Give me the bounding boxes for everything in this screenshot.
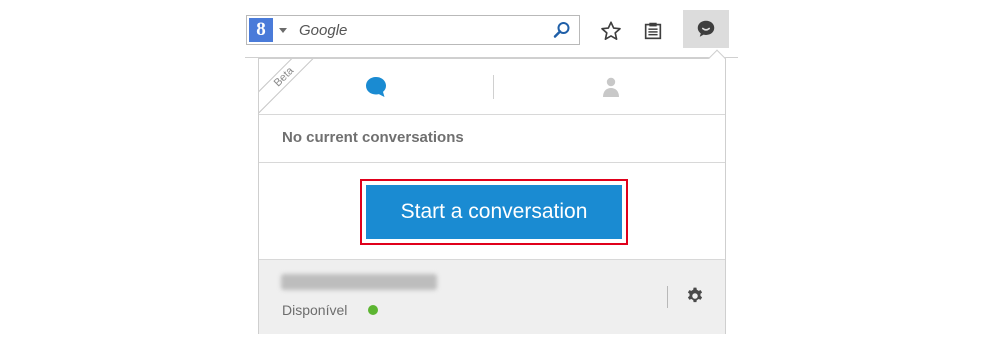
- notepad-icon: [644, 22, 662, 40]
- account-footer: Disponível: [259, 259, 725, 334]
- browser-toolbar: 8 Google: [245, 0, 738, 58]
- account-email-redacted: [281, 274, 437, 290]
- tab-divider: [493, 75, 494, 99]
- presence-status-text[interactable]: Disponível: [282, 302, 347, 318]
- search-box[interactable]: 8 Google: [246, 15, 580, 45]
- conversation-list: No current conversations: [259, 115, 725, 163]
- start-conversation-button[interactable]: Start a conversation: [366, 185, 622, 239]
- footer-divider: [667, 286, 668, 308]
- panel-tabs: Beta: [259, 59, 725, 115]
- empty-state-message: No current conversations: [282, 129, 464, 146]
- presence-status-dot: [368, 305, 378, 315]
- gear-icon: [687, 287, 703, 303]
- search-placeholder[interactable]: Google: [299, 22, 347, 39]
- chat-popup-panel: Beta No current conversations Start a co…: [258, 49, 726, 334]
- highlight-box: Start a conversation: [360, 179, 628, 245]
- star-icon: [601, 21, 621, 40]
- favorites-button[interactable]: [595, 15, 627, 47]
- settings-button[interactable]: [683, 284, 707, 308]
- caret-down-icon[interactable]: [279, 28, 287, 33]
- person-icon: [603, 77, 619, 97]
- chat-bubble-icon: [697, 20, 715, 37]
- google-engine-icon[interactable]: 8: [249, 18, 273, 42]
- chat-button[interactable]: [683, 10, 729, 48]
- tab-contacts[interactable]: [495, 59, 727, 115]
- chat-bubble-icon: [366, 77, 386, 97]
- reading-list-button[interactable]: [637, 15, 669, 47]
- tab-conversations[interactable]: [259, 59, 493, 115]
- magnifier-icon[interactable]: [553, 21, 571, 39]
